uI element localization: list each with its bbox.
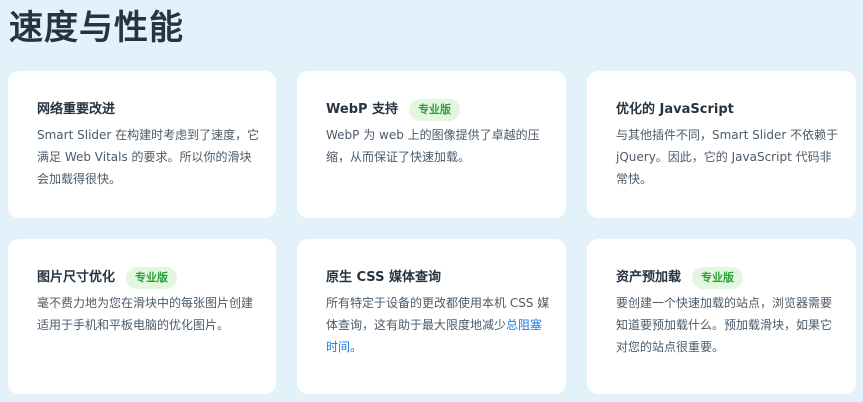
- card-description: 所有特定于设备的更改都使用本机 CSS 媒体查询，这有助于最大限度地减少总阻塞时…: [326, 292, 552, 358]
- card-description: Smart Slider 在构建时考虑到了速度，它满足 Web Vitals 的…: [37, 128, 260, 186]
- card-description: WebP 为 web 上的图像提供了卓越的压缩，从而保证了快速加载。: [326, 128, 540, 164]
- pro-badge: 专业版: [126, 267, 178, 289]
- feature-card-image-size: 图片尺寸优化 专业版 毫不费力地为您在滑块中的每张图片创建适用于手机和平板电脑的…: [8, 239, 276, 394]
- card-title: 优化的 JavaScript: [616, 102, 734, 117]
- feature-card-network: 网络重要改进 Smart Slider 在构建时考虑到了速度，它满足 Web V…: [8, 71, 276, 218]
- card-header: WebP 支持 专业版: [326, 99, 552, 121]
- card-header: 图片尺寸优化 专业版: [37, 267, 262, 289]
- card-title: 原生 CSS 媒体查询: [326, 270, 441, 285]
- card-header: 优化的 JavaScript: [616, 102, 842, 118]
- card-header: 原生 CSS 媒体查询: [326, 270, 552, 286]
- pro-badge: 专业版: [409, 99, 461, 121]
- feature-card-webp: WebP 支持 专业版 WebP 为 web 上的图像提供了卓越的压缩，从而保证…: [297, 71, 566, 218]
- pro-badge: 专业版: [692, 267, 744, 289]
- card-header: 网络重要改进: [37, 102, 262, 118]
- feature-card-asset-preload: 资产预加载 专业版 要创建一个快速加载的站点，浏览器需要知道要预加载什么。预加载…: [587, 239, 856, 394]
- page: 速度与性能 网络重要改进 Smart Slider 在构建时考虑到了速度，它满足…: [0, 0, 863, 402]
- card-description-end: 。: [350, 340, 363, 354]
- card-title: 资产预加载: [616, 270, 682, 285]
- card-description: 毫不费力地为您在滑块中的每张图片创建适用于手机和平板电脑的优化图片。: [37, 296, 254, 332]
- card-description: 要创建一个快速加载的站点，浏览器需要知道要预加载什么。预加载滑块，如果它对您的站…: [616, 296, 833, 354]
- feature-grid: 网络重要改进 Smart Slider 在构建时考虑到了速度，它满足 Web V…: [8, 71, 856, 394]
- card-title: 网络重要改进: [37, 102, 116, 117]
- card-title: WebP 支持: [326, 102, 399, 117]
- page-title: 速度与性能: [9, 8, 184, 48]
- card-description: 与其他插件不同，Smart Slider 不依赖于 jQuery。因此，它的 J…: [616, 128, 839, 186]
- card-title: 图片尺寸优化: [37, 270, 116, 285]
- feature-card-javascript: 优化的 JavaScript 与其他插件不同，Smart Slider 不依赖于…: [587, 71, 856, 218]
- card-header: 资产预加载 专业版: [616, 267, 842, 289]
- feature-card-css-media-queries: 原生 CSS 媒体查询 所有特定于设备的更改都使用本机 CSS 媒体查询，这有助…: [297, 239, 566, 394]
